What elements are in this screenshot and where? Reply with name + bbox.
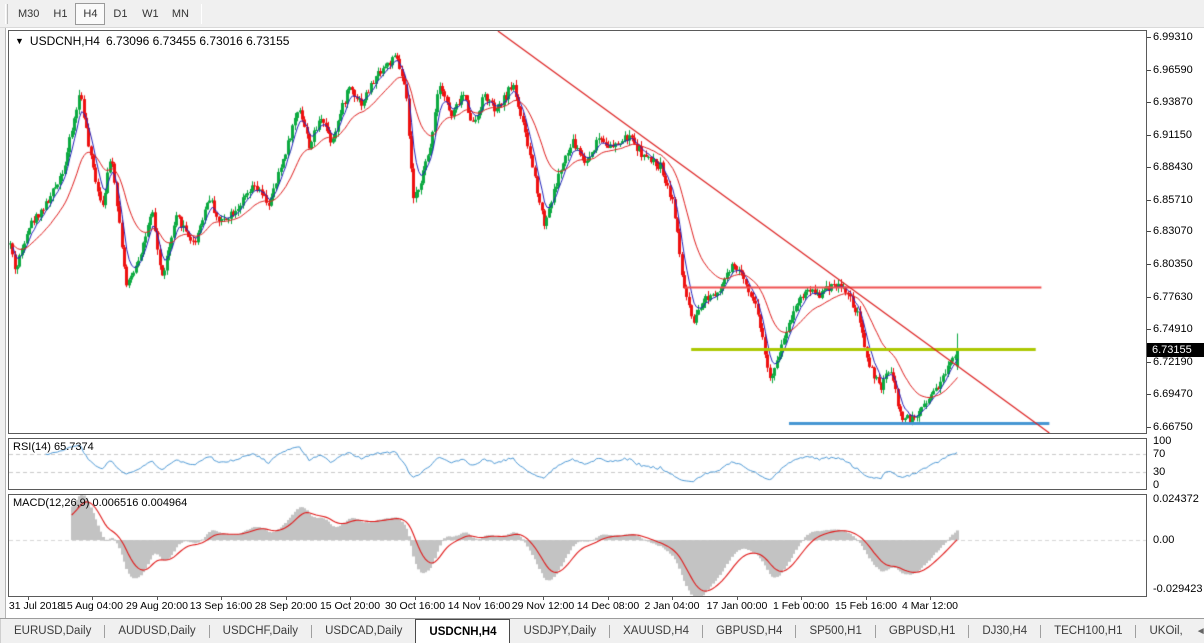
price-tick-mark [1147,135,1151,136]
current-price-tag: 6.73155 [1147,343,1204,357]
price-tick-mark [1147,394,1151,395]
macd-label: MACD(12,26,9) 0.006516 0.004964 [13,497,188,509]
price-chart-pane[interactable]: ▼ USDCNH,H4 6.73096 6.73455 6.73016 6.73… [8,30,1147,434]
date-tick-label: 17 Jan 00:00 [706,600,768,612]
tab-scroll-arrows: ◄ ► [1196,619,1204,643]
chart-tab-bar: EURUSD,Daily AUDUSD,Daily USDCHF,Daily USDC… [0,618,1204,643]
tab-tech100-h1[interactable]: TECH100,H1 [1041,619,1135,643]
tab-scroll-left-icon[interactable]: ◄ [1196,626,1204,637]
date-tick-label: 30 Oct 16:00 [384,600,446,612]
price-tick-mark [1147,70,1151,71]
chart-symbol-label: USDCNH,H4 [29,34,100,48]
price-tick-label: 6.99310 [1153,31,1193,43]
tab-usdcnh-h4[interactable]: USDCNH,H4 [415,619,511,643]
price-tick-label: 6.77630 [1153,291,1193,303]
timeframe-button-w1[interactable]: W1 [135,3,165,25]
price-tick-label: 6.91150 [1153,129,1192,141]
price-tick-mark [1147,102,1151,103]
rsi-label: RSI(14) 65.7374 [13,441,94,453]
macd-indicator-pane[interactable]: MACD(12,26,9) 0.006516 0.004964 [8,494,1147,597]
tab-xauusd-h4[interactable]: XAUUSD,H4 [610,619,702,643]
date-tick-label: 4 Mar 12:00 [901,600,959,612]
rsi-axis-label: 0 [1153,479,1160,491]
chart-ohlc-values: 6.73096 6.73455 6.73016 6.73155 [105,34,290,48]
tab-usdjpy-daily[interactable]: USDJPY,Daily [510,619,609,643]
date-tick-label: 31 Jul 2018 [8,600,64,612]
tab-usdcad-daily[interactable]: USDCAD,Daily [312,619,415,643]
date-tick-label: 2 Jan 04:00 [644,600,700,612]
timeframe-button-mn[interactable]: MN [165,3,195,25]
timeframe-button-m30[interactable]: M30 [12,3,45,25]
workspace-left-edge [0,28,6,618]
price-tick-label: 6.74910 [1153,323,1193,335]
price-axis[interactable]: 6.73155 6.99310 6.96590 6.93870 6.91150 6.88… [1147,28,1204,597]
rsi-indicator-pane[interactable]: RSI(14) 65.7374 [8,438,1147,490]
date-tick-label: 29 Aug 20:00 [126,600,188,612]
price-tick-mark [1147,231,1151,232]
tab-dj30-h4[interactable]: DJ30,H4 [969,619,1040,643]
price-tick-mark [1147,329,1151,330]
toolbar-grip[interactable] [5,3,8,24]
trading-app-window: M30 H1 H4 D1 W1 MN ▼ USDCNH,H4 6.73096 6.7345… [0,0,1204,643]
price-tick-mark [1147,427,1151,428]
date-tick-label: 29 Nov 12:00 [511,600,575,612]
timeframe-buttons: M30 H1 H4 D1 W1 MN [12,2,195,25]
price-tick-label: 6.66750 [1153,421,1193,433]
price-tick-mark [1147,167,1151,168]
tab-usdchf-daily[interactable]: USDCHF,Daily [210,619,311,643]
price-tick-mark [1147,200,1151,201]
tabs-host: EURUSD,Daily AUDUSD,Daily USDCHF,Daily USDC… [1,619,1196,643]
timeframe-button-h1[interactable]: H1 [45,3,75,25]
date-axis[interactable]: 31 Jul 2018 15 Aug 04:00 29 Aug 20:00 13 Se… [8,597,1147,618]
price-tick-label: 6.80350 [1153,258,1193,270]
macd-axis-label: -0.029423 [1153,583,1203,595]
price-tick-label: 6.69470 [1153,388,1193,400]
timeframe-button-d1[interactable]: D1 [105,3,135,25]
tab-gbpusd-h1[interactable]: GBPUSD,H1 [876,619,968,643]
tab-audusd-daily[interactable]: AUDUSD,Daily [105,619,208,643]
tab-sp500-h1[interactable]: SP500,H1 [796,619,874,643]
chart-title: ▼ USDCNH,H4 6.73096 6.73455 6.73016 6.73… [15,34,289,48]
macd-canvas[interactable] [9,495,1146,596]
price-tick-mark [1147,37,1151,38]
price-tick-label: 6.93870 [1153,96,1193,108]
macd-axis-label: 0.00 [1153,534,1175,546]
price-tick-label: 6.72190 [1153,356,1193,368]
toolbar-separator [201,3,203,24]
date-tick-label: 15 Aug 04:00 [61,600,123,612]
price-tick-label: 6.96590 [1153,64,1193,76]
price-tick-label: 6.85710 [1153,194,1193,206]
price-tick-label: 6.88430 [1153,161,1193,173]
date-tick-label: 15 Oct 20:00 [319,600,381,612]
date-tick-label: 1 Feb 00:00 [772,600,830,612]
candlestick-chart-canvas[interactable] [9,31,1146,433]
tab-eurusd-daily[interactable]: EURUSD,Daily [1,619,104,643]
price-tick-mark [1147,297,1151,298]
date-tick-label: 15 Feb 16:00 [835,600,897,612]
date-tick-label: 13 Sep 16:00 [189,600,253,612]
price-tick-label: 6.83070 [1153,225,1193,237]
date-tick-label: 14 Nov 16:00 [447,600,511,612]
chart-workspace: ▼ USDCNH,H4 6.73096 6.73455 6.73016 6.73… [0,28,1204,618]
rsi-canvas[interactable] [9,439,1146,489]
timeframe-button-h4[interactable]: H4 [75,2,106,25]
price-tick-mark [1147,264,1151,265]
macd-axis-label: 0.024372 [1153,493,1199,505]
timeframe-toolbar: M30 H1 H4 D1 W1 MN [0,0,1204,28]
date-tick-label: 28 Sep 20:00 [254,600,318,612]
tab-gbpusd-h4[interactable]: GBPUSD,H4 [703,619,795,643]
symbol-dropdown-icon[interactable]: ▼ [15,36,24,46]
rsi-axis-label: 70 [1153,448,1166,460]
rsi-axis-label: 30 [1153,466,1166,478]
rsi-axis-label: 100 [1153,435,1172,447]
tab-ukoil[interactable]: UKOil, [1136,619,1195,643]
price-tick-mark [1147,362,1151,363]
date-tick-label: 14 Dec 08:00 [576,600,640,612]
